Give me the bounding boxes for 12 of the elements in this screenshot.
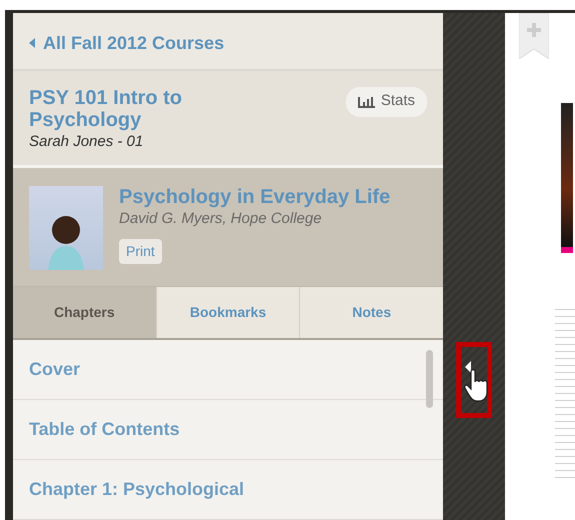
instructor-name: Sarah Jones - 01 — [29, 132, 144, 152]
chapter-item[interactable]: Chapter 1: Psychological — [13, 460, 443, 520]
chapter-item[interactable]: Table of Contents — [13, 400, 443, 460]
chapter-item[interactable]: Cover — [13, 340, 443, 400]
course-title[interactable]: PSY 101 Intro to Psychology — [29, 86, 269, 130]
stats-button[interactable]: Stats — [346, 86, 427, 116]
book-title[interactable]: Psychology in Everyday Life — [119, 186, 390, 208]
book-author: David G. Myers, Hope College — [119, 209, 323, 229]
tab[interactable]: Bookmarks — [156, 287, 300, 338]
tab[interactable]: Chapters — [13, 287, 156, 338]
tab[interactable]: Notes — [299, 287, 444, 338]
print-button[interactable]: Print — [119, 238, 162, 264]
